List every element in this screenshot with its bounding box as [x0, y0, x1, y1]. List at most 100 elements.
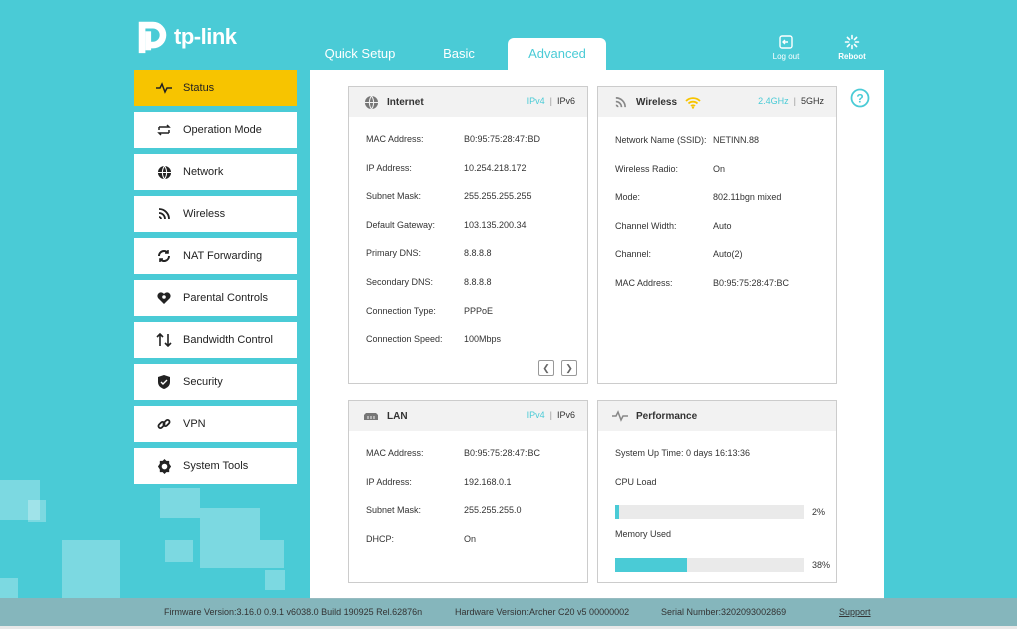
decor-square [62, 540, 120, 598]
lan-panel: LAN IPv4 | IPv6 MAC Address: B0:95:75:28:47… [348, 400, 588, 583]
switch-arrows-icon [155, 121, 173, 139]
help-icon[interactable]: ? [850, 88, 870, 108]
memory-used-percent: 38% [812, 560, 831, 570]
lan-title: LAN [387, 410, 408, 422]
lan-port-icon [363, 408, 379, 424]
info-value: 8.8.8.8 [464, 277, 492, 287]
info-row: Connection Speed: 100Mbps [366, 334, 576, 346]
logout-icon [779, 35, 793, 49]
lan-ipv6-toggle[interactable]: IPv6 [557, 410, 575, 420]
globe-icon [155, 163, 173, 181]
internet-panel-header: Internet IPv4 | IPv6 [349, 87, 587, 117]
lan-ip-version-switch: IPv4 | IPv6 [526, 410, 575, 420]
hardware-version: Hardware Version:Archer C20 v5 00000002 [455, 607, 630, 617]
info-row: MAC Address: B0:95:75:28:47:BC [615, 278, 825, 290]
lan-ipv4-toggle[interactable]: IPv4 [527, 410, 545, 420]
wifi-icon [155, 205, 173, 223]
uptime-text: System Up Time: 0 days 16:13:36 [615, 448, 751, 458]
reboot-label: Reboot [838, 52, 866, 61]
sidebar-item-label: Status [183, 82, 215, 94]
decor-square [28, 500, 46, 522]
tab-basic[interactable]: Basic [410, 38, 508, 70]
firmware-version: Firmware Version:3.16.0 0.9.1 v6038.0 Bu… [164, 607, 423, 617]
info-value: On [464, 533, 477, 544]
sidebar-item-parental-controls[interactable]: Parental Controls [134, 280, 297, 316]
sidebar-item-status[interactable]: Status [134, 70, 297, 106]
cpu-load-bar [615, 505, 804, 519]
sidebar-item-label: Bandwidth Control [183, 334, 273, 346]
footer: Firmware Version:3.16.0 0.9.1 v6038.0 Bu… [0, 598, 1017, 626]
info-value: Auto [713, 220, 732, 231]
tab-quick-setup[interactable]: Quick Setup [310, 38, 410, 70]
lan-panel-header: LAN IPv4 | IPv6 [349, 401, 587, 431]
logout-button[interactable]: Log out [766, 34, 806, 61]
info-value: B0:95:75:28:47:BC [713, 278, 790, 288]
info-label: Mode: [615, 192, 641, 203]
info-row: IP Address: 192.168.0.1 [366, 477, 576, 489]
router-admin-page: tp-link Quick Setup Basic Advanced Log o… [0, 0, 1017, 629]
prev-page-button[interactable]: ❮ [538, 360, 554, 376]
sidebar-item-vpn[interactable]: VPN [134, 406, 297, 442]
info-label: MAC Address: [366, 134, 424, 144]
tab-advanced[interactable]: Advanced [508, 38, 606, 70]
sidebar-item-label: Parental Controls [183, 292, 268, 304]
logo-text: tp-link [174, 24, 237, 49]
tp-link-logo-icon [138, 21, 167, 54]
band-5ghz-toggle[interactable]: 5GHz [801, 96, 824, 106]
info-label: Secondary DNS: [366, 277, 434, 287]
pulse-icon [155, 79, 173, 97]
info-value: B0:95:75:28:47:BD [464, 134, 541, 144]
info-row: Primary DNS: 8.8.8.8 [366, 248, 576, 260]
decor-square [160, 488, 200, 518]
next-page-button[interactable]: ❯ [561, 360, 577, 376]
sidebar-item-label: System Tools [183, 460, 249, 472]
decor-square [260, 540, 284, 568]
sidebar-item-operation-mode[interactable]: Operation Mode [134, 112, 297, 148]
logout-label: Log out [772, 52, 800, 61]
ipv6-toggle[interactable]: IPv6 [557, 96, 575, 106]
sidebar-item-label: Security [183, 376, 223, 388]
serial-number: Serial Number:3202093002869 [661, 607, 787, 617]
performance-title: Performance [636, 410, 698, 422]
sidebar-item-bandwidth-control[interactable]: Bandwidth Control [134, 322, 297, 358]
sidebar-item-nat-forwarding[interactable]: NAT Forwarding [134, 238, 297, 274]
band-2-4ghz-toggle[interactable]: 2.4GHz [758, 96, 789, 106]
reboot-button[interactable]: Reboot [832, 34, 872, 61]
top-tabs: Quick Setup Basic Advanced [310, 38, 606, 70]
ip-version-switch: IPv4 | IPv6 [526, 96, 575, 106]
info-value: PPPoE [464, 305, 494, 316]
support-link[interactable]: Support [839, 607, 871, 617]
performance-panel-header: Performance [598, 401, 836, 431]
decor-square [0, 578, 18, 598]
info-row: DHCP: On [366, 534, 576, 546]
sidebar-item-network[interactable]: Network [134, 154, 297, 190]
wireless-panel: Wireless 2.4GHz | 5GHz Network Name (SSID)… [597, 86, 837, 384]
heart-icon [155, 289, 173, 307]
link-icon [155, 415, 173, 433]
info-row: Channel: Auto(2) [615, 249, 825, 261]
info-row: Channel Width: Auto [615, 221, 825, 233]
info-label: Network Name (SSID): [615, 135, 707, 145]
info-value: 802.11bgn mixed [713, 192, 782, 203]
chevron-right-icon: ❯ [565, 362, 573, 373]
info-label: Primary DNS: [366, 248, 422, 259]
ipv4-toggle[interactable]: IPv4 [527, 96, 545, 106]
decor-square [200, 508, 260, 568]
decor-square [265, 570, 285, 590]
info-value: 103.135.200.34 [464, 219, 527, 230]
info-label: Default Gateway: [366, 219, 436, 230]
info-value: 10.254.218.172 [464, 162, 527, 173]
sidebar: Status Operation Mode Network Wireless N… [134, 70, 297, 490]
info-value: 100Mbps [464, 334, 502, 345]
info-label: MAC Address: [615, 278, 673, 288]
info-row: MAC Address: B0:95:75:28:47:BD [366, 134, 576, 146]
info-value: 255.255.255.0 [464, 505, 522, 516]
info-label: Channel: [615, 249, 652, 260]
sidebar-item-system-tools[interactable]: System Tools [134, 448, 297, 484]
sidebar-item-security[interactable]: Security [134, 364, 297, 400]
sidebar-item-wireless[interactable]: Wireless [134, 196, 297, 232]
info-value: Auto(2) [713, 249, 743, 260]
pulse-icon [612, 408, 628, 424]
info-label: Connection Speed: [366, 334, 443, 345]
info-row: Network Name (SSID): NETINN.88 [615, 135, 825, 147]
